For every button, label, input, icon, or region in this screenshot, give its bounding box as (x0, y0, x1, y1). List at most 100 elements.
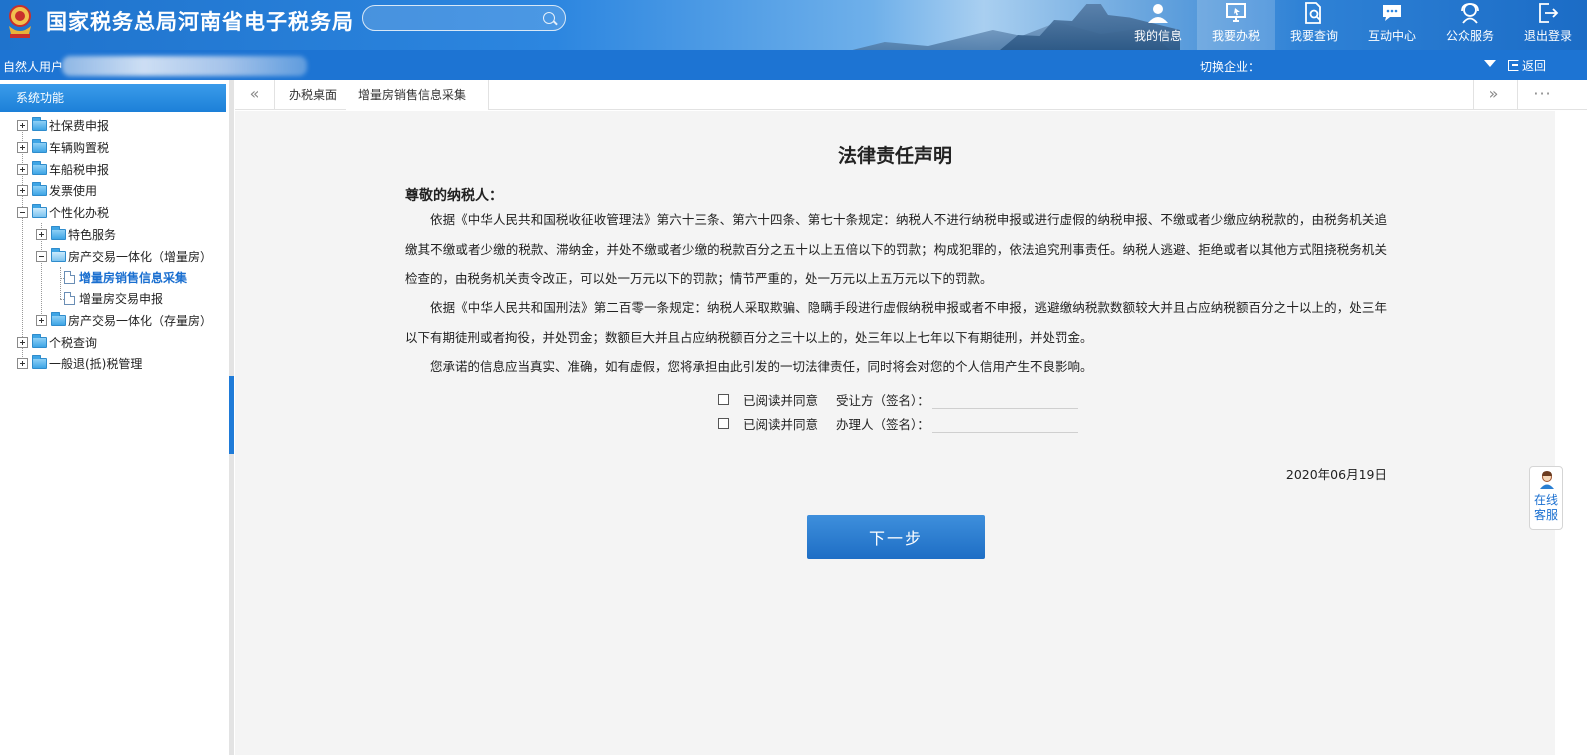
nav-public-service[interactable]: 公众服务 (1431, 0, 1509, 50)
agree-checkbox[interactable] (718, 417, 729, 429)
folder-icon (32, 117, 47, 131)
sidebar-item-vehicle-purchase-tax[interactable]: 车辆购置税 (17, 137, 109, 158)
main-content: 法律责任声明 尊敬的纳税人： 依据《中华人民共和国税收征收管理法》第六十三条、第… (235, 111, 1555, 755)
expand-icon[interactable] (17, 120, 28, 131)
user-icon (1148, 4, 1168, 23)
online-customer-service[interactable]: 在线客服 (1529, 466, 1563, 530)
tree-connector (60, 267, 61, 299)
agree-label: 已阅读并同意 (743, 392, 819, 408)
document-icon (64, 271, 75, 284)
sidebar-item-new-house-transaction-filing[interactable]: 增量房交易申报 (64, 288, 163, 309)
nav-label: 我要办税 (1211, 29, 1260, 43)
back-button[interactable]: 返回 (1508, 57, 1546, 74)
sidebar-item-label: 增量房销售信息采集 (79, 271, 188, 285)
top-navigation: 我的信息 我要办税 我要查询 互动中心 公众服务 退出登录 (1119, 0, 1587, 50)
back-label: 返回 (1522, 59, 1547, 73)
agreement-row-transferee: 已阅读并同意 受让方（签名）： (718, 389, 1078, 409)
nav-label: 互动中心 (1367, 29, 1416, 43)
tab-more-icon[interactable]: ··· (1517, 80, 1567, 110)
folder-open-icon (51, 248, 66, 262)
expand-icon[interactable] (17, 358, 28, 369)
online-service-label: 在线客服 (1534, 493, 1559, 522)
expand-icon[interactable] (36, 315, 47, 326)
nav-handle-tax[interactable]: 我要办税 (1197, 0, 1275, 50)
switch-enterprise-label: 切换企业： (1200, 60, 1261, 74)
expand-icon[interactable] (17, 164, 28, 175)
collapse-icon[interactable] (17, 207, 28, 218)
sidebar-item-label: 个性化办税 (49, 206, 110, 220)
sidebar-item-tax-refund-management[interactable]: 一般退(抵)税管理 (17, 353, 142, 374)
folder-open-icon (32, 204, 47, 218)
transferee-signature-label: 受让方（签名）： (836, 392, 930, 408)
sidebar-item-label: 房产交易一体化（增量房） (68, 250, 213, 264)
sidebar: 系统功能 社保费申报 车辆购置税 车船税申报 发票使用 个性化办税 特色服务 房… (0, 80, 226, 755)
tab-tax-desktop[interactable]: 办税桌面 (277, 80, 351, 110)
sidebar-item-label: 增量房交易申报 (79, 292, 164, 306)
sidebar-item-invoice-use[interactable]: 发票使用 (17, 180, 97, 201)
expand-icon[interactable] (17, 337, 28, 348)
tax-emblem-logo (9, 5, 31, 38)
greeting: 尊敬的纳税人： (405, 188, 503, 204)
right-margin (1555, 111, 1587, 755)
page-title: 法律责任声明 (837, 145, 952, 167)
handler-signature-label: 办理人（签名）： (836, 416, 930, 432)
sidebar-item-label: 车船税申报 (49, 163, 110, 177)
nav-logout[interactable]: 退出登录 (1509, 0, 1587, 50)
transferee-signature-input[interactable] (931, 389, 1078, 409)
user-type-label: 自然人用户 (3, 60, 64, 74)
sidebar-item-property-new-house[interactable]: 房产交易一体化（增量房） (36, 246, 212, 267)
sidebar-item-label: 车辆购置税 (49, 141, 110, 155)
nav-label: 我要查询 (1289, 29, 1338, 43)
agree-checkbox[interactable] (718, 393, 729, 405)
handler-signature-input[interactable] (931, 413, 1078, 433)
back-arrow-icon (1508, 60, 1519, 71)
folder-icon (32, 161, 47, 175)
search-input[interactable] (362, 5, 566, 31)
folder-icon (51, 312, 66, 326)
document-date: 2020年06月19日 (1285, 467, 1387, 482)
sidebar-item-label: 个税查询 (49, 336, 98, 350)
expand-icon[interactable] (17, 142, 28, 153)
legal-paragraph-3: 您承诺的信息应当真实、准确，如有虚假，您将承担由此引发的一切法律责任，同时将会对… (430, 359, 1093, 374)
sidebar-collapse-handle[interactable] (229, 376, 234, 454)
collapse-icon[interactable] (36, 251, 47, 262)
document-icon (64, 292, 75, 305)
sidebar-item-personalized-tax[interactable]: 个性化办税 (17, 202, 109, 223)
expand-icon[interactable] (36, 229, 47, 240)
next-step-button[interactable]: 下一步 (807, 515, 985, 559)
sidebar-item-property-existing-house[interactable]: 房产交易一体化（存量房） (36, 310, 212, 331)
chat-bubble-icon (1383, 5, 1401, 21)
nav-interaction-center[interactable]: 互动中心 (1353, 0, 1431, 50)
switch-enterprise-dropdown-icon[interactable] (1484, 60, 1496, 67)
tab-scroll-left-icon[interactable]: « (235, 80, 275, 110)
nav-label: 退出登录 (1523, 29, 1572, 43)
sidebar-item-special-services[interactable]: 特色服务 (36, 224, 116, 245)
logout-icon (1539, 3, 1559, 23)
search-icon[interactable] (543, 12, 555, 24)
tab-scroll-right-icon[interactable]: » (1473, 80, 1513, 110)
app-title: 国家税务总局河南省电子税务局 (46, 10, 354, 34)
sidebar-item-vehicle-vessel-tax[interactable]: 车船税申报 (17, 159, 109, 180)
tab-new-house-sales-collection[interactable]: 增量房销售信息采集 (346, 80, 490, 110)
redacted-user-name (62, 56, 307, 76)
expand-icon[interactable] (17, 185, 28, 196)
sidebar-item-label: 特色服务 (68, 228, 117, 242)
sidebar-item-social-insurance[interactable]: 社保费申报 (17, 115, 109, 136)
nav-query[interactable]: 我要查询 (1275, 0, 1353, 50)
sidebar-item-new-house-sales-collection[interactable]: 增量房销售信息采集 (64, 267, 187, 288)
sidebar-item-label: 房产交易一体化（存量房） (68, 314, 213, 328)
agree-label: 已阅读并同意 (743, 416, 819, 432)
agreement-row-handler: 已阅读并同意 办理人（签名）： (718, 413, 1078, 433)
nav-my-info[interactable]: 我的信息 (1119, 0, 1197, 50)
nav-label: 公众服务 (1445, 29, 1494, 43)
top-header: 国家税务总局河南省电子税务局 我的信息 我要办税 我要查询 互动中心 公众服务 … (0, 0, 1587, 50)
user-bar: 自然人用户 切换企业： 返回 (0, 50, 1587, 80)
legal-paragraph-1: 依据《中华人民共和国税收征收管理法》第六十三条、第六十四条、第七十条规定：纳税人… (405, 212, 1387, 286)
folder-icon (32, 355, 47, 369)
sidebar-item-label: 社保费申报 (49, 119, 110, 133)
sidebar-item-individual-tax-query[interactable]: 个税查询 (17, 332, 97, 353)
folder-icon (32, 182, 47, 196)
folder-icon (32, 139, 47, 153)
customer-service-avatar-icon (1540, 471, 1554, 489)
sidebar-header: 系统功能 (0, 84, 226, 112)
